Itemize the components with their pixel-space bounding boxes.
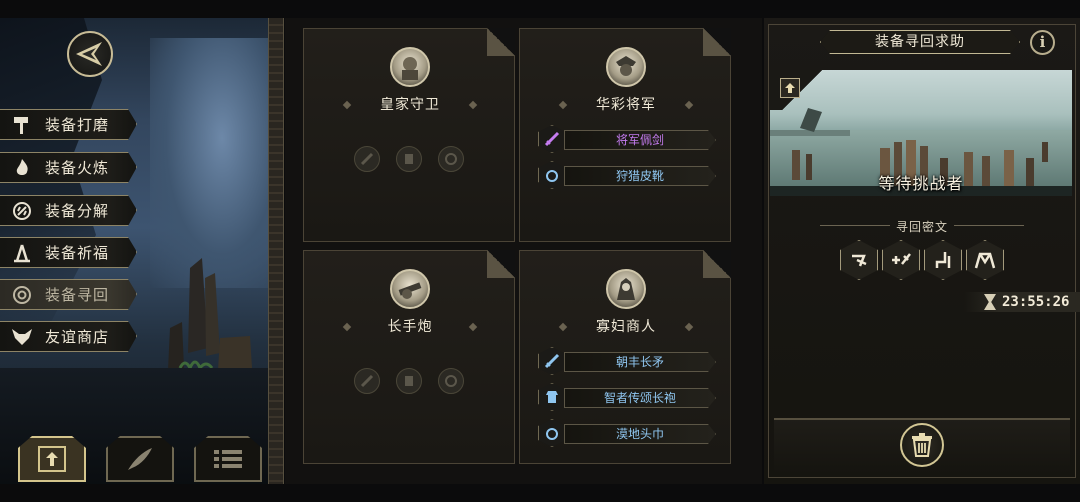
weapon-slot-icon (354, 146, 380, 172)
accessory-slot-icon (438, 368, 464, 394)
equipment-name: 将军佩剑 (564, 130, 716, 150)
menu-item-label: 友谊商店 (45, 328, 110, 346)
equipment-row[interactable]: 将军佩剑 (538, 125, 716, 153)
cipher-label: 寻回密文 (895, 220, 948, 234)
pray-icon (7, 238, 37, 267)
challenger-card[interactable]: 寡妇商人 朝丰长矛 智者传颂长袍 漠地头巾 (519, 250, 731, 464)
countdown-timer: 23:55:26 (964, 292, 1080, 312)
info-button[interactable]: i (1030, 30, 1055, 55)
equipment-name: 漠地头巾 (564, 424, 716, 444)
divider (954, 225, 1024, 226)
challenger-grid: 皇家守卫 华彩将军 将军佩剑 狩猎皮靴 长手炮 寡妇商人 朝丰长矛 智者传颂长袍… (285, 18, 762, 484)
menu-item-friendship-shop[interactable]: 友谊商店 (0, 321, 137, 352)
ring-icon (538, 419, 566, 447)
retrieve-icon (7, 280, 37, 309)
hourglass-icon (984, 294, 996, 310)
accessory-slot-icon (438, 146, 464, 172)
equipment-row[interactable]: 朝丰长矛 (538, 347, 716, 375)
feather-icon (126, 446, 154, 472)
retrieve-help-panel: 装备寻回求助 i 等待挑战者 寻回密文 23:55:26 (764, 18, 1080, 484)
challenger-name: 华彩将军 (596, 97, 656, 113)
menu-item-label: 装备打磨 (45, 116, 110, 134)
menu-item-disassemble[interactable]: 装备分解 (0, 195, 137, 226)
challenger-name: 皇家守卫 (380, 97, 440, 113)
armor-icon (538, 383, 566, 411)
sword-icon (538, 125, 566, 153)
card-corner-fold (487, 28, 515, 56)
flame-icon (7, 153, 37, 182)
general-portrait (606, 47, 646, 87)
card-corner-fold (487, 250, 515, 278)
hammer-icon (7, 110, 37, 139)
cannon-portrait (390, 269, 430, 309)
panel-title: 装备寻回求助 (820, 30, 1020, 54)
list-icon (214, 446, 242, 472)
countdown-value: 23:55:26 (1002, 294, 1070, 310)
equipment-name: 朝丰长矛 (564, 352, 716, 372)
menu-item-label: 装备火炼 (45, 159, 110, 177)
disassemble-icon (7, 196, 37, 225)
armor-slot-icon (396, 368, 422, 394)
equipment-row[interactable]: 狩猎皮靴 (538, 161, 716, 189)
sword-icon (538, 347, 566, 375)
arrow-up-icon (785, 83, 795, 93)
challenger-card[interactable]: 皇家守卫 (303, 28, 515, 242)
challenger-card[interactable]: 华彩将军 将军佩剑 狩猎皮靴 (519, 28, 731, 242)
menu-item-label: 装备分解 (45, 202, 110, 220)
guard-portrait (390, 47, 430, 87)
menu-item-bless[interactable]: 装备祈福 (0, 237, 137, 268)
weapon-slot-icon (354, 368, 380, 394)
merchant-portrait (606, 269, 646, 309)
equipment-row[interactable]: 智者传颂长袍 (538, 383, 716, 411)
tab-feather[interactable] (106, 436, 174, 482)
menu-item-forge[interactable]: 装备火炼 (0, 152, 137, 183)
challenger-card[interactable]: 长手炮 (303, 250, 515, 464)
menu-item-label: 装备祈福 (45, 244, 110, 262)
empty-equipment-slots (354, 368, 464, 394)
left-panel-border (268, 18, 284, 484)
ring-icon (538, 161, 566, 189)
challenge-scene: 等待挑战者 (770, 70, 1072, 196)
menu-item-label: 装备寻回 (45, 286, 110, 304)
armor-slot-icon (396, 146, 422, 172)
back-arrow-icon (76, 42, 102, 66)
menu-item-retrieve[interactable]: 装备寻回 (0, 279, 137, 310)
card-corner-fold (703, 250, 731, 278)
challenger-name: 长手炮 (387, 319, 433, 335)
delete-button[interactable] (900, 423, 944, 467)
fox-icon (7, 322, 37, 351)
equipment-name: 狩猎皮靴 (564, 166, 716, 186)
menu-item-polish[interactable]: 装备打磨 (0, 109, 137, 140)
challenger-name: 寡妇商人 (596, 319, 656, 335)
challenge-status: 等待挑战者 (878, 174, 964, 193)
card-corner-fold (703, 28, 731, 56)
upload-icon (38, 446, 66, 472)
tab-upload[interactable] (18, 436, 86, 482)
background-sky (150, 38, 270, 288)
pin-button[interactable] (780, 78, 800, 98)
equipment-row[interactable]: 漠地头巾 (538, 419, 716, 447)
equipment-name: 智者传颂长袍 (564, 388, 716, 408)
empty-equipment-slots (354, 146, 464, 172)
back-button[interactable] (67, 31, 113, 77)
tab-list[interactable] (194, 436, 262, 482)
trash-icon (912, 433, 932, 457)
